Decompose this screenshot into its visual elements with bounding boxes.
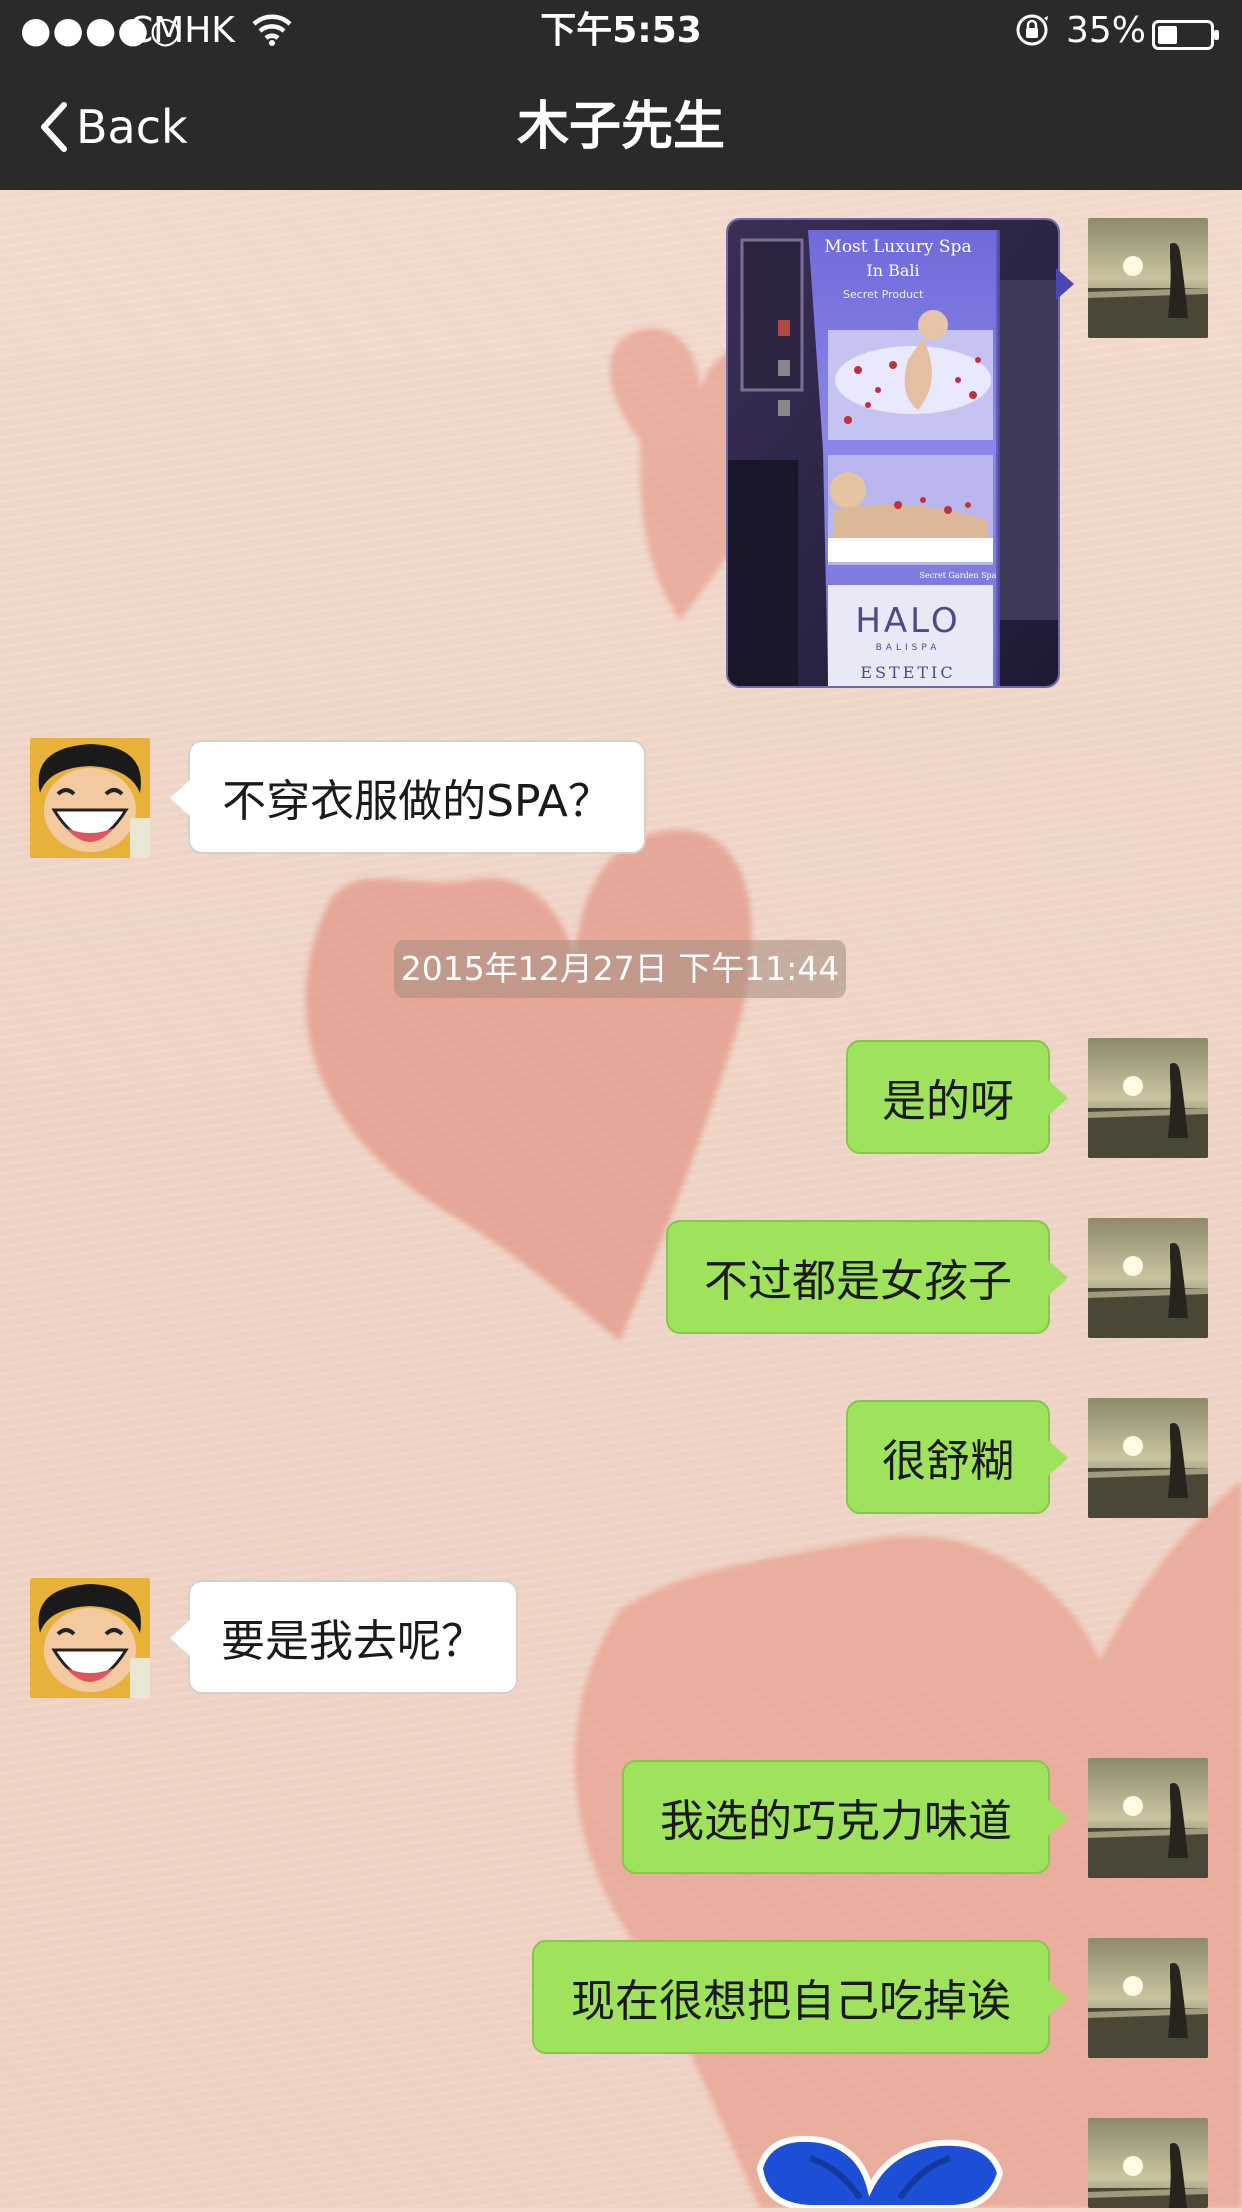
my-avatar[interactable]	[1088, 1938, 1208, 2058]
incoming-message[interactable]: 不穿衣服做的SPA？	[170, 740, 646, 854]
my-avatar[interactable]	[1088, 218, 1208, 338]
spa-photo: Most Luxury Spa In Bali Secret Product S…	[728, 220, 1058, 686]
poster-headline: Most Luxury Spa	[824, 237, 971, 257]
sticker-message[interactable]	[750, 2128, 1010, 2211]
outgoing-message[interactable]: 是的呀	[846, 1040, 1068, 1154]
chat-title: 木子先生	[516, 97, 725, 157]
poster-subheadline: In Bali	[866, 261, 919, 280]
poster-brand-sub: BALISPA	[876, 643, 941, 653]
orientation-lock-icon	[1014, 12, 1050, 58]
message-timestamp: 2015年12月27日 下午11:44	[394, 940, 846, 998]
outgoing-message[interactable]: 现在很想把自己吃掉诶	[532, 1940, 1068, 2054]
image-message[interactable]: Most Luxury Spa In Bali Secret Product S…	[726, 218, 1060, 688]
poster-brand-bottom: ESTETIC	[860, 663, 955, 682]
outgoing-message[interactable]: 我选的巧克力味道	[622, 1760, 1068, 1874]
status-time: 下午5:53	[540, 10, 702, 51]
contact-avatar[interactable]	[30, 1578, 150, 1698]
poster-tagline: Secret Product	[843, 288, 924, 301]
bubble-tail	[1056, 268, 1074, 300]
my-avatar[interactable]	[1088, 1758, 1208, 1878]
navigation-bar: ●●●●○ CMHK 下午5:53 35% Back 木子先生	[0, 0, 1242, 190]
battery-percentage: 35%	[1066, 10, 1147, 51]
outgoing-message[interactable]: 不过都是女孩子	[666, 1220, 1068, 1334]
my-avatar[interactable]	[1088, 1218, 1208, 1338]
blue-sticker	[756, 2135, 1004, 2211]
poster-brand: HALO	[855, 601, 960, 641]
poster-spa-name: Secret Garden Spa	[920, 571, 997, 580]
contact-avatar[interactable]	[30, 738, 150, 858]
my-avatar[interactable]	[1088, 2118, 1208, 2208]
battery-icon	[1152, 16, 1220, 50]
my-avatar[interactable]	[1088, 1038, 1208, 1158]
outgoing-message[interactable]: 很舒糊	[846, 1400, 1068, 1514]
my-avatar[interactable]	[1088, 1398, 1208, 1518]
incoming-message[interactable]: 要是我去呢？	[170, 1580, 518, 1694]
